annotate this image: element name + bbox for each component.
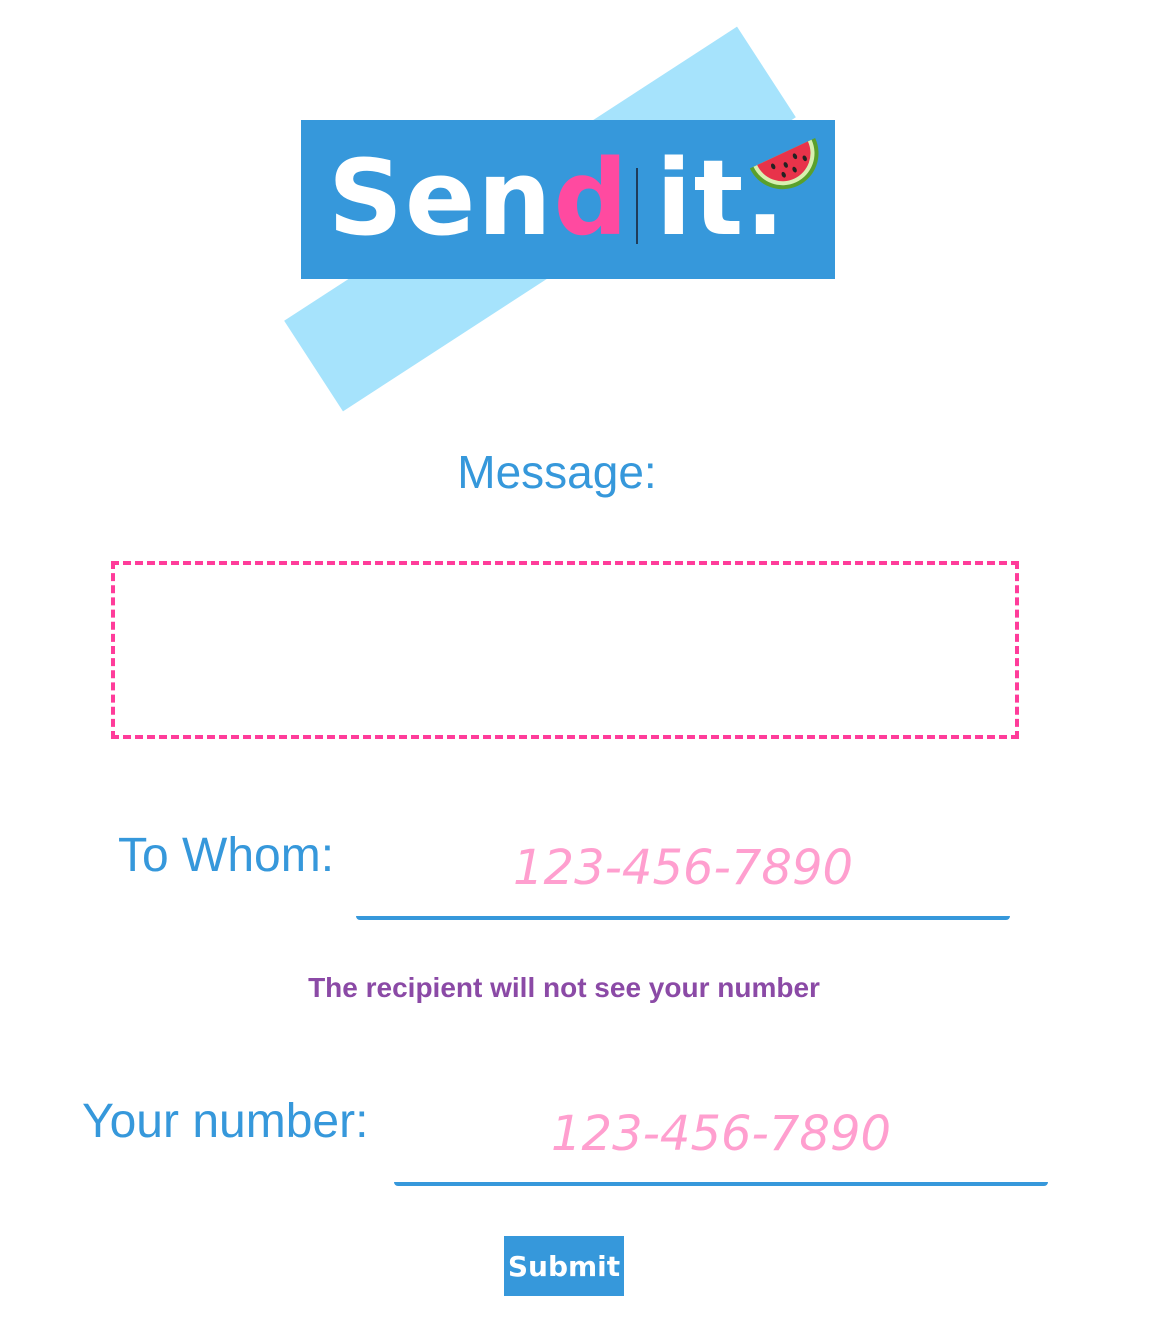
logo: Send it.	[0, 0, 1154, 412]
watermelon-icon	[749, 138, 819, 190]
message-label: Message:	[457, 446, 657, 498]
to-whom-label: To Whom:	[118, 829, 335, 882]
your-number-label: Your number:	[82, 1095, 369, 1148]
logo-text: Send it.	[328, 128, 787, 268]
your-number-phone-input[interactable]	[394, 1086, 1048, 1186]
logo-text-accent: d	[553, 137, 630, 259]
submit-button[interactable]: Submit	[504, 1236, 624, 1296]
message-input[interactable]	[111, 561, 1019, 739]
privacy-note: The recipient will not see your number	[308, 972, 820, 1003]
logo-text-start: Sen	[328, 137, 554, 259]
to-whom-phone-input[interactable]	[356, 820, 1010, 920]
text-cursor-icon	[635, 167, 638, 244]
